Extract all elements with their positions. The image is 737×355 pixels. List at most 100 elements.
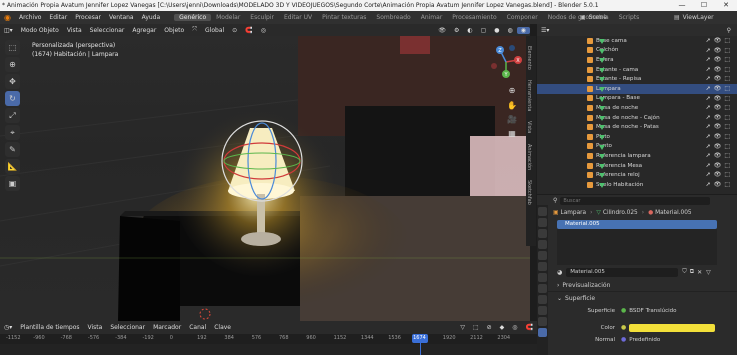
color-swatch[interactable]	[629, 323, 716, 332]
outliner-item[interactable]: Lampara ➚👁⬚	[537, 83, 737, 94]
mesh-data-icon[interactable]	[599, 144, 605, 150]
pan-hand-icon[interactable]: ✋	[507, 100, 517, 110]
surface-section[interactable]: ⌄ Superficie	[537, 292, 737, 304]
select-box-tool-icon[interactable]: ⬚	[5, 40, 20, 55]
outliner-item[interactable]: Referencia reloj ➚👁⬚	[537, 170, 737, 180]
mesh-data-icon[interactable]	[599, 77, 605, 83]
outliner-item[interactable]: Mesa de noche ➚👁⬚	[537, 103, 737, 113]
mode-dropdown[interactable]: Modo Objeto	[17, 27, 63, 34]
timeline-editor-dropdown[interactable]: Plantilla de tiempos	[16, 324, 83, 331]
visibility-icons[interactable]: ➚👁⬚	[706, 75, 733, 82]
mesh-data-icon[interactable]	[599, 58, 605, 64]
outliner-item[interactable]: Punto ➚👁⬚	[537, 142, 737, 152]
timeline-menu-marcador[interactable]: Marcador	[149, 324, 185, 331]
outliner-item[interactable]: Mesa de noche - Cajón ➚👁⬚	[537, 113, 737, 123]
3d-cursor-icon[interactable]	[199, 308, 211, 320]
filter-icon[interactable]: ▽	[456, 324, 469, 331]
proportional-edit-icon[interactable]: ◎	[257, 27, 270, 34]
keyframe-type-icon[interactable]: ◆	[496, 324, 509, 331]
scene-selector[interactable]: ▣ Scene	[580, 11, 607, 24]
outliner-editor-icon[interactable]: ☰▾	[541, 27, 549, 34]
duplicate-icon[interactable]: ⧉	[690, 268, 694, 276]
cursor-tool-icon[interactable]: ⊕	[5, 57, 20, 72]
visibility-icons[interactable]: ➚👁⬚	[706, 66, 733, 73]
scene-tab-icon[interactable]	[538, 251, 547, 260]
mesh-data-icon[interactable]	[599, 67, 605, 73]
camera-view-icon[interactable]: 🎥	[507, 114, 517, 124]
side-tab-elemento[interactable]: Elemento	[526, 46, 532, 70]
annotate-tool-icon[interactable]: ✎	[5, 142, 20, 157]
workspace-tab-animar[interactable]: Animar	[416, 14, 448, 21]
output-tab-icon[interactable]	[538, 229, 547, 238]
mesh-data-icon[interactable]	[599, 115, 605, 121]
view-layer-tab-icon[interactable]	[538, 240, 547, 249]
workspace-tab-esculpir[interactable]: Esculpir	[245, 14, 279, 21]
workspace-tab-scripts[interactable]: Scripts	[614, 14, 645, 21]
material-name-field[interactable]: Material.005	[566, 267, 679, 277]
menu-archivo[interactable]: Archivo	[15, 14, 45, 21]
workspace-tab-sombreado[interactable]: Sombreado	[371, 14, 415, 21]
normal-field[interactable]: Predefinido	[629, 337, 660, 343]
mesh-data-icon[interactable]	[599, 125, 605, 131]
gizmo-toggle-icon[interactable]: ⚙	[450, 27, 463, 34]
timeline[interactable]: -1152 -960 -768 -576 -384 -192 0 192 384 576 768 96…	[0, 334, 537, 355]
outliner-item[interactable]: Estante - cama ➚👁⬚	[537, 65, 737, 75]
modifier-tab-icon[interactable]	[538, 284, 547, 293]
mesh-data-icon[interactable]	[599, 134, 605, 140]
outliner-item[interactable]: Mesa de noche - Patas ➚👁⬚	[537, 122, 737, 132]
breadcrumb-object[interactable]: Lampara	[560, 210, 586, 216]
object-tab-icon[interactable]	[538, 273, 547, 282]
outliner-item[interactable]: Referencia Mesa ➚👁⬚	[537, 161, 737, 171]
outliner-item[interactable]: Plato ➚👁⬚	[537, 132, 737, 142]
visibility-icons[interactable]: ➚👁⬚	[706, 37, 733, 44]
visibility-icons[interactable]: ➚👁⬚	[706, 85, 733, 92]
timeline-ruler[interactable]: -1152 -960 -768 -576 -384 -192 0 192 384 576 768 96…	[0, 334, 537, 344]
snap-icon[interactable]: 🧲	[241, 27, 256, 34]
surface-shader-field[interactable]: BSDF Translúcido	[629, 308, 676, 314]
current-frame-indicator[interactable]: 1674	[411, 334, 428, 343]
proportional-icon[interactable]: ◎	[508, 324, 521, 331]
editor-type-icon[interactable]: ◫▾	[0, 27, 17, 34]
timeline-menu-clave[interactable]: Clave	[210, 324, 235, 331]
axis-gizmo[interactable]: X Z Y ⊕ ✋ 🎥 ▦	[486, 40, 526, 150]
visibility-icon[interactable]: 👁	[434, 27, 450, 34]
visibility-icons[interactable]: ➚👁⬚	[706, 133, 733, 140]
measure-tool-icon[interactable]: 📐	[5, 159, 20, 174]
visibility-icons[interactable]: ➚👁⬚	[706, 56, 733, 63]
tool-tab-icon[interactable]	[538, 207, 547, 216]
mesh-data-icon[interactable]	[599, 173, 605, 179]
workspace-tab-procesamiento[interactable]: Procesamiento	[447, 14, 501, 21]
properties-search-input[interactable]	[560, 196, 711, 205]
3d-viewport[interactable]	[0, 36, 530, 321]
workspace-tab-modelar[interactable]: Modelar	[211, 14, 245, 21]
material-sphere-icon[interactable]: ◕	[557, 269, 562, 276]
transform-tool-icon[interactable]: ⌖	[5, 125, 20, 140]
xray-icon[interactable]: ▢	[477, 27, 491, 34]
blender-logo-icon[interactable]: ◉	[0, 13, 15, 22]
visibility-icons[interactable]: ➚👁⬚	[706, 95, 733, 102]
outliner-item[interactable]: Suelo Habitación ➚👁⬚	[537, 180, 737, 190]
menu-procesar[interactable]: Procesar	[71, 14, 105, 21]
filter-icon[interactable]: ▽	[706, 269, 711, 276]
menu-ayuda[interactable]: Ayuda	[138, 14, 165, 21]
visibility-icons[interactable]: ➚👁⬚	[706, 114, 733, 121]
visibility-icons[interactable]: ➚👁⬚	[706, 123, 733, 130]
mesh-data-icon[interactable]	[599, 163, 605, 169]
outliner-item[interactable]: Lampara - Base ➚👁⬚	[537, 94, 737, 104]
mesh-data-icon[interactable]	[599, 154, 605, 160]
mesh-data-icon[interactable]	[599, 96, 605, 102]
fake-user-icon[interactable]: ⛉	[682, 268, 687, 276]
material-slot-item[interactable]: Material.005	[557, 220, 717, 229]
mesh-data-icon[interactable]	[599, 106, 605, 112]
side-tab-sketchfab[interactable]: Sketchfab	[526, 180, 532, 205]
preview-section[interactable]: › Previsualización	[537, 280, 737, 292]
menu-editar[interactable]: Editar	[45, 14, 71, 21]
menu-objeto[interactable]: Objeto	[160, 27, 188, 34]
rotate-tool-icon[interactable]: ↻	[5, 91, 20, 106]
outliner-item[interactable]: Esfera ➚👁⬚	[537, 55, 737, 65]
side-tab-animacion[interactable]: Animación	[526, 144, 532, 170]
workspace-tab-pintar-texturas[interactable]: Pintar texturas	[317, 14, 371, 21]
visibility-icons[interactable]: ➚👁⬚	[706, 162, 733, 169]
outliner-filter-icon[interactable]: ⚲	[727, 27, 731, 34]
workspace-tab-componer[interactable]: Componer	[502, 14, 543, 21]
